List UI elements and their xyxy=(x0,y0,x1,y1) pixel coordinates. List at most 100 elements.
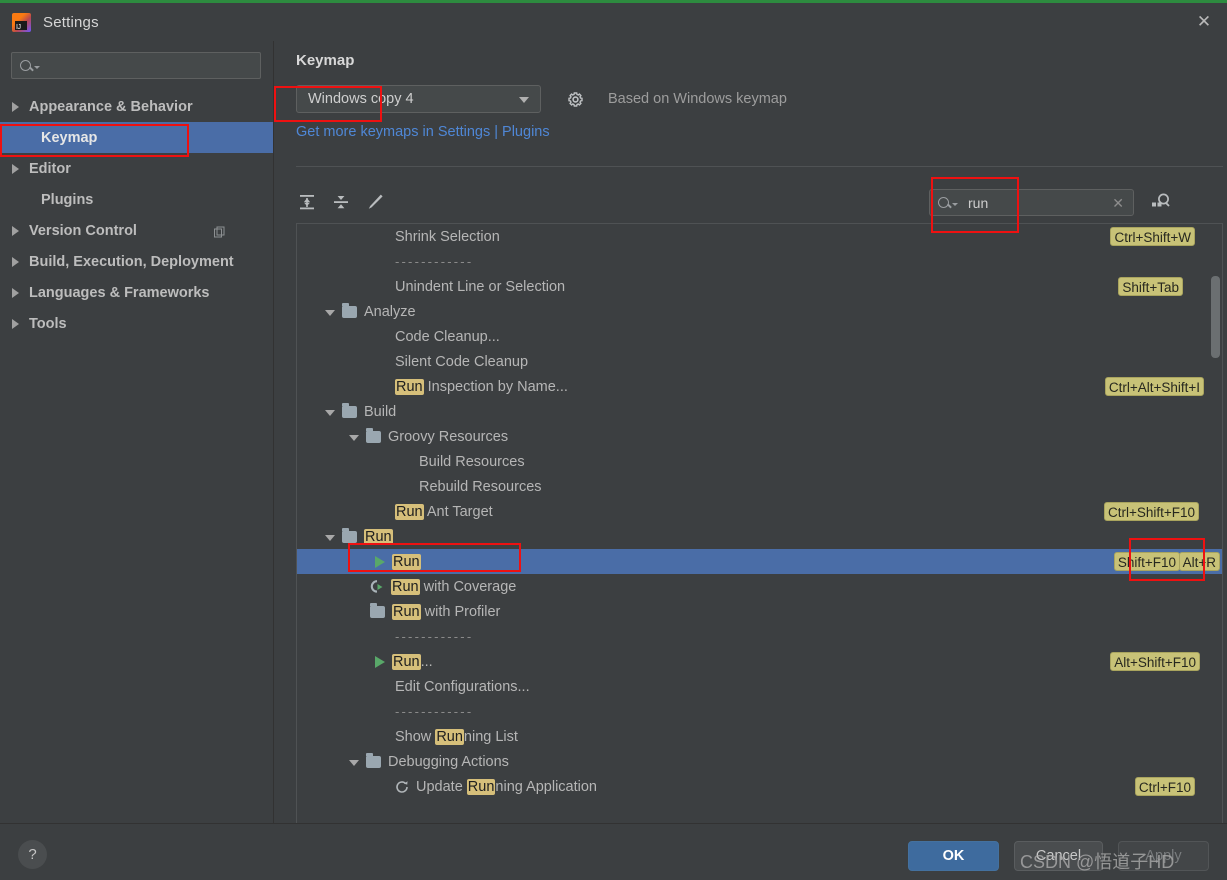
action-label: Run xyxy=(364,528,393,545)
action-row[interactable]: Build Resources xyxy=(297,449,1222,474)
sidebar-item-label: Languages & Frameworks xyxy=(29,284,210,301)
action-label: Unindent Line or Selection xyxy=(395,278,566,295)
action-row[interactable]: Silent Code Cleanup xyxy=(297,349,1222,374)
chevron-right-icon[interactable] xyxy=(12,225,19,236)
refresh-icon xyxy=(395,780,409,794)
keymap-dropdown[interactable]: Windows copy 4 xyxy=(296,85,541,113)
action-label: Run Ant Target xyxy=(395,503,493,520)
chevron-right-icon[interactable] xyxy=(12,318,19,329)
action-row[interactable]: Run Shift+F10 Alt+R xyxy=(297,549,1222,574)
action-row[interactable]: Run xyxy=(297,524,1222,549)
chevron-right-icon[interactable] xyxy=(12,256,19,267)
intellij-idea-icon: IJ xyxy=(12,12,31,32)
clear-icon[interactable]: ✕ xyxy=(1112,195,1124,212)
sidebar-search-wrap xyxy=(0,41,273,79)
action-label: Silent Code Cleanup xyxy=(395,353,529,370)
actions-list: Shrink Selection Ctrl+Shift+W ------------… xyxy=(297,224,1222,799)
action-row[interactable]: Build xyxy=(297,399,1222,424)
sidebar-item-languages-frameworks[interactable]: Languages & Frameworks xyxy=(0,277,273,308)
action-row[interactable]: Show Running List xyxy=(297,724,1222,749)
action-label: Run with Profiler xyxy=(392,603,501,620)
vertical-scrollbar[interactable] xyxy=(1211,276,1220,358)
sidebar-item-label: Version Control xyxy=(29,222,137,239)
ok-button[interactable]: OK xyxy=(908,841,999,871)
expand-all-icon[interactable] xyxy=(294,189,320,215)
find-input[interactable]: run ✕ xyxy=(929,189,1134,216)
sidebar-item-version-control[interactable]: Version Control xyxy=(0,215,273,246)
sidebar-item-label: Appearance & Behavior xyxy=(29,98,193,115)
action-label: Build xyxy=(364,403,397,420)
sidebar-item-label: Build, Execution, Deployment xyxy=(29,253,234,270)
action-row[interactable]: Run with Profiler xyxy=(297,599,1222,624)
actions-tree[interactable]: Shrink Selection Ctrl+Shift+W ------------… xyxy=(296,223,1223,835)
search-match-highlight: Run xyxy=(392,603,421,620)
shortcut-badge: Ctrl+F10 xyxy=(1134,777,1195,796)
sidebar-item-keymap[interactable]: Keymap xyxy=(0,122,273,153)
search-input[interactable] xyxy=(11,52,261,79)
action-cell: Show Running List xyxy=(395,728,518,745)
action-cell: Run Inspection by Name... xyxy=(395,378,568,395)
shortcut-badge: Shift+F10 xyxy=(1113,552,1180,571)
sidebar-item-plugins[interactable]: Plugins xyxy=(0,184,273,215)
search-match-highlight: Run xyxy=(364,528,393,545)
sidebar-item-appearance-behavior[interactable]: Appearance & Behavior xyxy=(0,91,273,122)
sidebar-tree: Appearance & Behavior Keymap Editor Plugins… xyxy=(0,91,273,339)
action-label: Debugging Actions xyxy=(388,753,509,770)
action-row[interactable]: ------------ xyxy=(297,249,1222,274)
action-row[interactable]: Run Ant Target Ctrl+Shift+F10 xyxy=(297,499,1222,524)
shortcut-badge: Shift+Tab xyxy=(1118,277,1183,296)
action-cell: Analyze xyxy=(325,302,416,320)
chevron-down-icon[interactable] xyxy=(325,409,335,416)
search-icon xyxy=(938,197,949,208)
action-label: Run xyxy=(392,553,421,570)
section-divider xyxy=(296,166,1223,167)
action-label: Analyze xyxy=(364,303,416,320)
find-by-shortcut-icon[interactable] xyxy=(1150,191,1172,213)
action-cell: Groovy Resources xyxy=(349,427,508,445)
search-match-highlight: Run xyxy=(395,503,424,520)
action-cell: Update Running Application xyxy=(395,778,597,795)
based-on-label: Based on Windows keymap xyxy=(608,91,787,107)
search-match-highlight: Run xyxy=(392,653,421,670)
folder-icon xyxy=(342,402,357,418)
watermark: CSDN @悟道子HD xyxy=(1020,852,1175,872)
chevron-right-icon[interactable] xyxy=(12,287,19,298)
action-row[interactable]: Run with Coverage xyxy=(297,574,1222,599)
shortcut-badge: Ctrl+Shift+W xyxy=(1110,227,1195,246)
chevron-down-icon[interactable] xyxy=(349,434,359,441)
action-row[interactable]: Code Cleanup... xyxy=(297,324,1222,349)
collapse-all-icon[interactable] xyxy=(328,189,354,215)
action-row[interactable]: Shrink Selection Ctrl+Shift+W xyxy=(297,224,1222,249)
pencil-edit-icon[interactable] xyxy=(362,189,388,215)
actions-toolbar: run ✕ xyxy=(274,181,1227,223)
shortcut-badge: Ctrl+Alt+Shift+I xyxy=(1104,377,1204,396)
action-row[interactable]: Unindent Line or Selection Shift+Tab xyxy=(297,274,1222,299)
action-cell: Run with Coverage xyxy=(370,578,516,595)
action-row[interactable]: Groovy Resources xyxy=(297,424,1222,449)
sidebar-item-tools[interactable]: Tools xyxy=(0,308,273,339)
action-row[interactable]: Edit Configurations... xyxy=(297,674,1222,699)
chevron-down-icon xyxy=(952,203,958,206)
action-row[interactable]: ------------ xyxy=(297,624,1222,649)
action-row[interactable]: ------------ xyxy=(297,699,1222,724)
action-row[interactable]: Run Inspection by Name... Ctrl+Alt+Shift+… xyxy=(297,374,1222,399)
sidebar-item-build-execution-deployment[interactable]: Build, Execution, Deployment xyxy=(0,246,273,277)
sidebar-item-editor[interactable]: Editor xyxy=(0,153,273,184)
action-row[interactable]: Analyze xyxy=(297,299,1222,324)
action-row[interactable]: Rebuild Resources xyxy=(297,474,1222,499)
action-row[interactable]: Debugging Actions xyxy=(297,749,1222,774)
action-cell: ------------ xyxy=(395,629,473,644)
chevron-right-icon[interactable] xyxy=(12,101,19,112)
gear-icon[interactable] xyxy=(567,91,584,108)
title-bar: IJ Settings ✕ xyxy=(0,3,1227,41)
action-cell: Shrink Selection xyxy=(395,229,500,245)
action-row[interactable]: Update Running Application Ctrl+F10 xyxy=(297,774,1222,799)
chevron-down-icon[interactable] xyxy=(325,534,335,541)
chevron-down-icon[interactable] xyxy=(325,309,335,316)
action-row[interactable]: Run... Alt+Shift+F10 xyxy=(297,649,1222,674)
chevron-right-icon[interactable] xyxy=(12,163,19,174)
help-button[interactable]: ? xyxy=(18,840,47,869)
chevron-down-icon[interactable] xyxy=(349,759,359,766)
get-more-keymaps-link[interactable]: Get more keymaps in Settings | Plugins xyxy=(296,124,1227,140)
close-icon[interactable]: ✕ xyxy=(1181,3,1227,41)
